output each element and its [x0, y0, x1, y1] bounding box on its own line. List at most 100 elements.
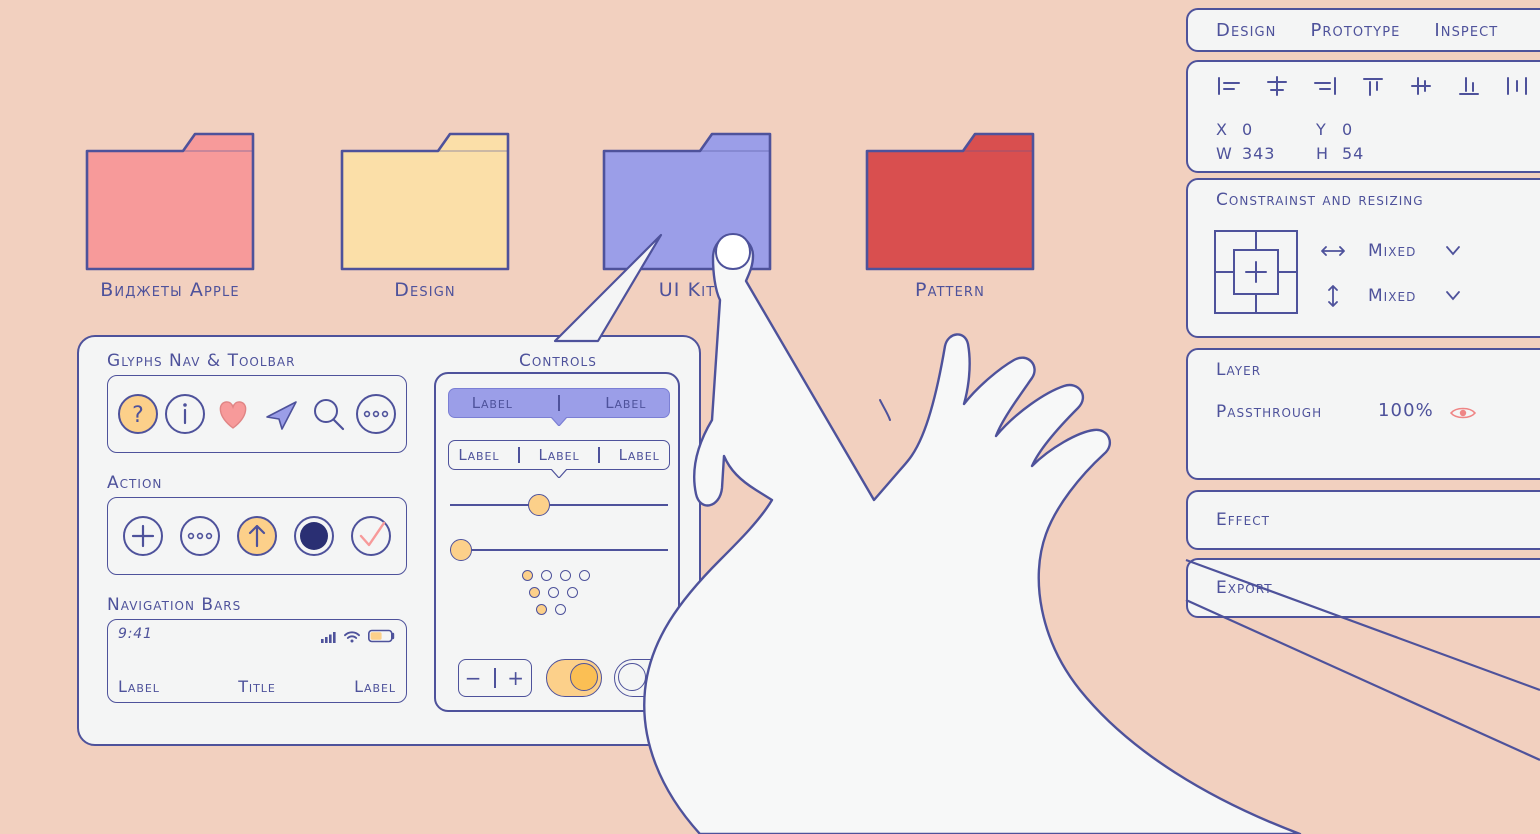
folder-icon-red[interactable] — [863, 128, 1037, 273]
checkmark-icon[interactable] — [348, 513, 394, 559]
layer-panel: Layer Passthrough 100% — [1186, 348, 1540, 480]
dimension-w-value[interactable]: 343 — [1242, 144, 1275, 163]
dimension-x-value[interactable]: 0 — [1242, 120, 1253, 139]
glyphs-group: ? — [107, 375, 407, 453]
page-dot[interactable] — [529, 587, 540, 598]
more-horizontal-icon[interactable] — [353, 391, 399, 437]
layer-opacity[interactable]: 100% — [1378, 400, 1434, 421]
folder-icon-yellow[interactable] — [338, 128, 512, 273]
align-right-icon[interactable] — [1312, 74, 1338, 98]
slider-thumb[interactable] — [528, 494, 551, 516]
chevron-down-icon[interactable] — [1446, 246, 1461, 256]
page-indicator-dots[interactable] — [522, 570, 590, 621]
eye-icon[interactable] — [1450, 406, 1476, 420]
folder-icon-pink[interactable] — [83, 128, 257, 273]
segmented-control-outline[interactable]: Label Label Label — [448, 440, 670, 470]
segment-notch-icon — [551, 417, 567, 426]
segment-label[interactable]: Label — [472, 394, 513, 412]
export-title: Export — [1216, 578, 1273, 598]
heart-icon[interactable] — [210, 391, 256, 437]
segment-label[interactable]: Label — [538, 446, 579, 464]
dimension-y-value[interactable]: 0 — [1342, 120, 1353, 139]
more-horizontal-icon[interactable] — [177, 513, 223, 559]
page-dot[interactable] — [548, 587, 559, 598]
share-up-arrow-icon[interactable] — [234, 513, 280, 559]
arrow-horizontal-icon — [1320, 240, 1346, 262]
align-left-icon[interactable] — [1216, 74, 1242, 98]
segment-divider — [598, 447, 600, 463]
section-title-navbars: Navigation Bars — [107, 595, 242, 615]
add-plus-icon[interactable] — [120, 513, 166, 559]
info-icon[interactable] — [162, 391, 208, 437]
page-dot[interactable] — [567, 587, 578, 598]
slider-thumb[interactable] — [450, 539, 472, 561]
constraint-vertical-value[interactable]: Mixed — [1368, 286, 1416, 306]
search-icon[interactable] — [305, 391, 351, 437]
action-group — [107, 497, 407, 575]
section-title-action: Action — [107, 473, 163, 493]
dimension-h-value[interactable]: 54 — [1342, 144, 1364, 163]
send-paperplane-icon[interactable] — [258, 391, 304, 437]
dimension-h[interactable]: H 54 — [1316, 144, 1364, 163]
folder-item-2[interactable]: UI Kit — [592, 128, 782, 301]
dimension-x[interactable]: X 0 — [1216, 120, 1253, 139]
page-dot[interactable] — [555, 604, 566, 615]
page-dot[interactable] — [560, 570, 571, 581]
folder-label: Виджеты Apple — [100, 279, 240, 301]
page-dot[interactable] — [541, 570, 552, 581]
arrow-vertical-icon — [1320, 285, 1346, 307]
dimension-w[interactable]: W 343 — [1216, 144, 1275, 163]
segment-divider — [558, 395, 560, 411]
folder-item-0[interactable]: Виджеты Apple — [75, 128, 265, 301]
align-top-icon[interactable] — [1360, 74, 1386, 98]
stepper-minus[interactable]: − — [465, 666, 483, 690]
constraint-horizontal-value[interactable]: Mixed — [1368, 241, 1416, 261]
stepper-control[interactable]: − + — [458, 659, 532, 697]
folder-icon-blue[interactable] — [600, 128, 774, 273]
segment-divider — [518, 447, 520, 463]
align-bottom-icon[interactable] — [1456, 74, 1482, 98]
folder-item-1[interactable]: Design — [330, 128, 520, 301]
stepper-divider — [494, 668, 496, 688]
wifi-icon — [344, 628, 360, 647]
help-question-icon[interactable]: ? — [115, 391, 161, 437]
tab-prototype[interactable]: Prototype — [1310, 20, 1400, 41]
constraint-vertical[interactable]: Mixed — [1320, 285, 1461, 307]
align-horizontal-center-icon[interactable] — [1264, 74, 1290, 98]
dimension-y-key: Y — [1316, 120, 1327, 139]
constraint-horizontal[interactable]: Mixed — [1320, 240, 1461, 262]
align-vertical-center-icon[interactable] — [1408, 74, 1434, 98]
dimension-w-key: W — [1216, 144, 1233, 163]
segment-label[interactable]: Label — [458, 446, 499, 464]
navbar-left-label[interactable]: Label — [118, 677, 160, 696]
folder-label: Design — [394, 279, 456, 301]
segmented-control-filled[interactable]: Label Label — [448, 388, 670, 418]
section-title-controls: Controls — [519, 351, 597, 371]
dimension-h-key: H — [1316, 144, 1329, 163]
inspector-tab-panel: Design Prototype Inspect — [1186, 8, 1540, 52]
slider-top[interactable] — [450, 494, 668, 516]
distribute-horizontal-icon[interactable] — [1504, 74, 1530, 98]
chevron-down-icon[interactable] — [1446, 291, 1461, 301]
section-title-glyphs: Glyphs Nav & Toolbar — [107, 351, 296, 371]
status-time: 9:41 — [118, 626, 153, 642]
stepper-plus[interactable]: + — [507, 666, 525, 690]
layer-blend-mode[interactable]: Passthrough — [1216, 402, 1322, 422]
toggle-on[interactable] — [546, 659, 602, 697]
page-dot[interactable] — [579, 570, 590, 581]
dimension-y[interactable]: Y 0 — [1316, 120, 1353, 139]
tab-design[interactable]: Design — [1216, 20, 1276, 41]
toggle-off[interactable] — [614, 659, 670, 697]
slider-bottom[interactable] — [450, 539, 668, 561]
record-filled-icon[interactable] — [291, 513, 337, 559]
folder-item-3[interactable]: Pattern — [855, 128, 1045, 301]
page-dot[interactable] — [536, 604, 547, 615]
segment-label[interactable]: Label — [605, 394, 646, 412]
navbar-right-label[interactable]: Label — [354, 677, 396, 696]
navbar-title: Title — [238, 677, 276, 696]
page-dot[interactable] — [522, 570, 533, 581]
segment-label[interactable]: Label — [619, 446, 660, 464]
tab-inspect[interactable]: Inspect — [1434, 20, 1498, 41]
layer-title: Layer — [1216, 360, 1262, 380]
constraint-grid-icon[interactable] — [1212, 228, 1300, 316]
